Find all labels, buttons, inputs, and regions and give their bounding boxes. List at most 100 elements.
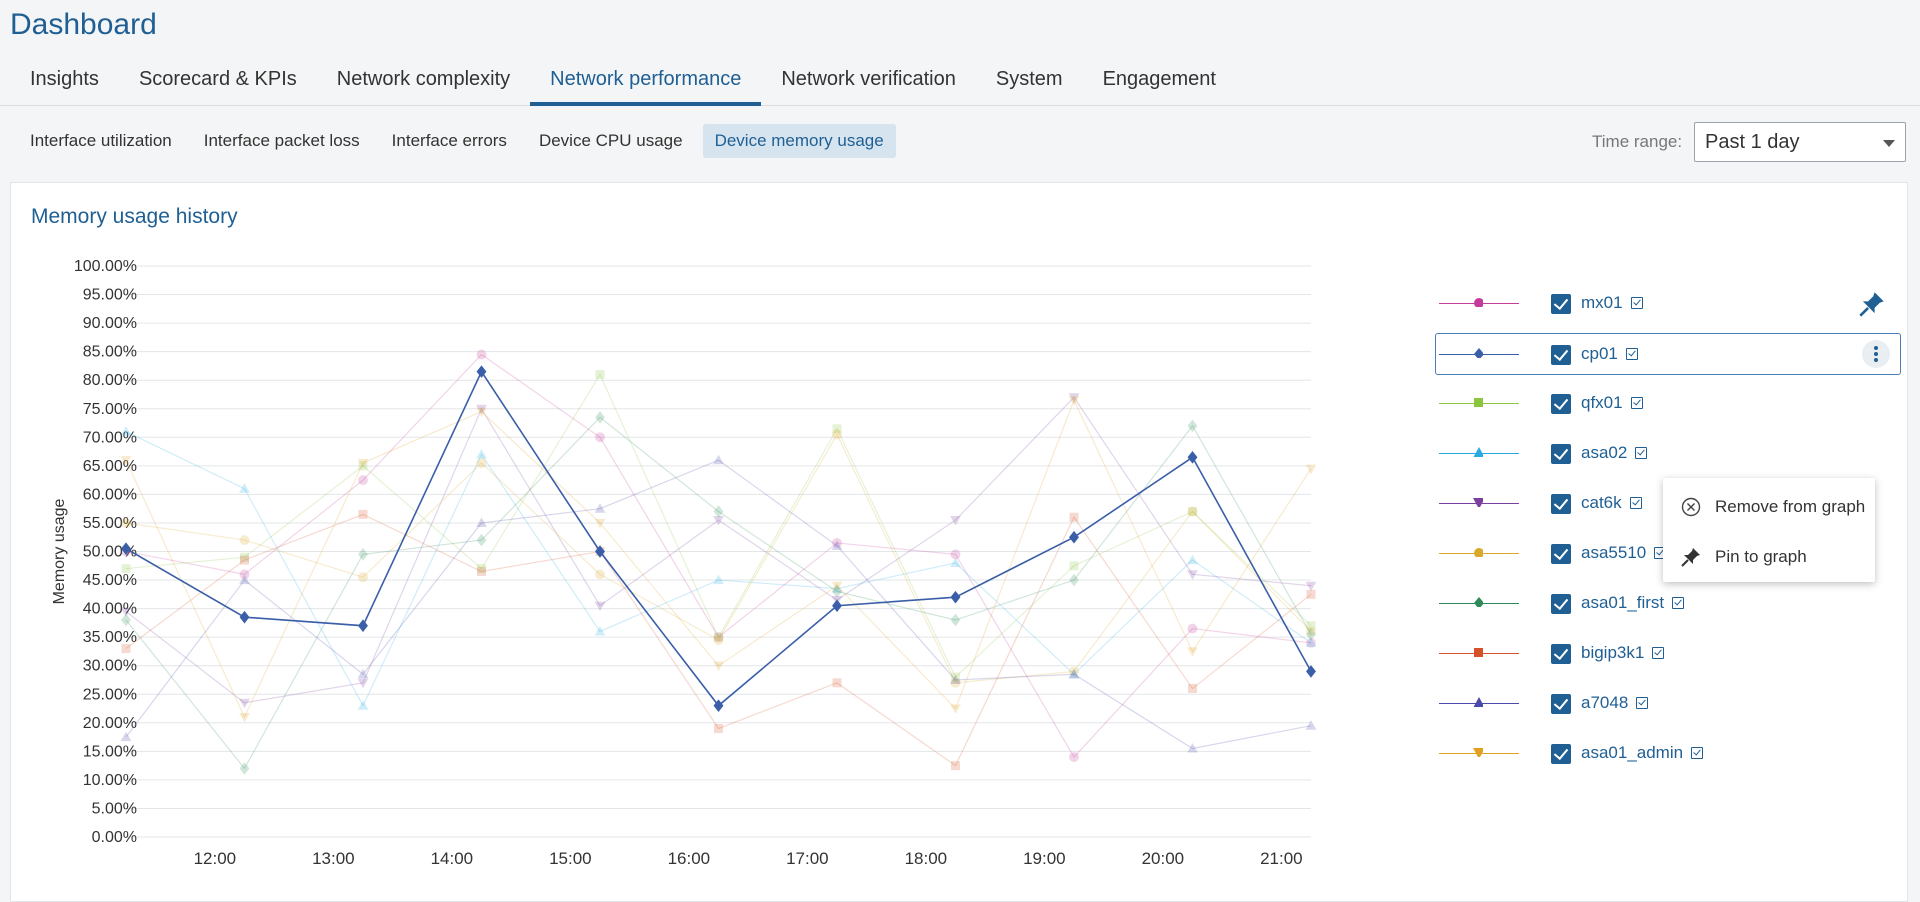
chart-card: Memory usage history 0.00% 5.00% 10.00% 15.… <box>10 182 1908 902</box>
legend-item-asa02[interactable]: asa02 <box>1423 433 1901 475</box>
legend-item-qfx01[interactable]: qfx01 <box>1423 383 1901 425</box>
legend-item-asa01_first[interactable]: asa01_first <box>1423 583 1901 625</box>
legend-series-name[interactable]: cat6k <box>1581 493 1642 513</box>
data-point-asa02 <box>239 483 250 493</box>
data-point-asa02 <box>476 449 487 459</box>
series-checkbox[interactable] <box>1551 644 1571 664</box>
legend-item-mx01[interactable]: mx01 <box>1423 283 1901 325</box>
sub-nav-bar: Interface utilization Interface packet lo… <box>0 107 1920 177</box>
pin-to-graph-label: Pin to graph <box>1715 547 1807 566</box>
subtab-device-memory-usage[interactable]: Device memory usage <box>702 124 896 158</box>
legend-series-name[interactable]: cp01 <box>1581 344 1638 364</box>
data-point-asa5510 <box>832 429 842 440</box>
legend-item-asa01_admin[interactable]: asa01_admin <box>1423 733 1901 775</box>
tab-network-performance[interactable]: Network performance <box>530 60 762 106</box>
legend-marker-square-icon <box>1474 398 1483 407</box>
y-tick-label: 80.00% <box>83 372 137 389</box>
subtab-device-cpu-usage[interactable]: Device CPU usage <box>527 124 695 158</box>
data-point-asa02 <box>713 574 724 585</box>
legend-series-name[interactable]: mx01 <box>1581 293 1643 313</box>
tab-network-verification[interactable]: Network verification <box>761 60 976 106</box>
legend-label: asa01_admin <box>1581 743 1684 762</box>
subtab-interface-utilization[interactable]: Interface utilization <box>18 124 184 158</box>
edit-icon[interactable] <box>1691 747 1704 759</box>
edit-icon[interactable] <box>1630 297 1643 309</box>
legend-series-name[interactable]: asa02 <box>1581 443 1648 463</box>
legend-label: cp01 <box>1581 344 1618 363</box>
series-checkbox[interactable] <box>1551 294 1571 314</box>
data-point-asa5510 <box>239 535 250 546</box>
pin-icon[interactable] <box>1859 291 1885 317</box>
subtab-interface-errors[interactable]: Interface errors <box>380 124 519 158</box>
data-point-cp01 <box>1069 530 1079 544</box>
subtab-interface-packet-loss[interactable]: Interface packet loss <box>192 124 372 158</box>
pin-to-graph-item[interactable]: Pin to graph <box>1663 532 1875 580</box>
legend-label: asa02 <box>1581 443 1628 462</box>
data-point-asa01_admin <box>713 661 724 672</box>
data-point-asa02 <box>594 626 606 636</box>
edit-icon[interactable] <box>1635 447 1648 459</box>
legend-item-a7048[interactable]: a7048 <box>1423 683 1901 725</box>
data-point-bigip3k1 <box>240 555 249 565</box>
data-point-cat6k <box>239 698 250 709</box>
page-title: Dashboard <box>10 8 157 41</box>
legend-marker-triangle-up-icon <box>1473 697 1483 707</box>
edit-icon[interactable] <box>1672 597 1685 609</box>
data-point-cat6k <box>950 516 961 526</box>
data-point-cp01 <box>239 610 250 624</box>
remove-from-graph-label: Remove from graph <box>1715 497 1866 516</box>
series-checkbox[interactable] <box>1551 444 1571 464</box>
tab-engagement[interactable]: Engagement <box>1083 60 1236 106</box>
data-point-asa01_first <box>358 548 368 561</box>
legend-label: a7048 <box>1581 693 1629 712</box>
data-point-asa5510 <box>358 572 368 583</box>
legend-series-name[interactable]: asa01_first <box>1581 593 1685 613</box>
kebab-dot <box>1874 352 1878 356</box>
close-circle-icon <box>1681 497 1701 517</box>
legend-item-cp01[interactable]: cp01 <box>1435 333 1901 375</box>
y-tick-label: 10.00% <box>83 772 137 789</box>
legend-series-name[interactable]: qfx01 <box>1581 393 1643 413</box>
data-point-bigip3k1 <box>832 678 842 688</box>
edit-icon[interactable] <box>1629 497 1642 509</box>
series-checkbox[interactable] <box>1551 694 1571 714</box>
chevron-down-icon <box>1883 140 1895 147</box>
legend-series-name[interactable]: bigip3k1 <box>1581 643 1665 663</box>
remove-from-graph-item[interactable]: Remove from graph <box>1663 482 1875 530</box>
data-point-bigip3k1 <box>1069 512 1079 522</box>
data-point-mx01 <box>595 432 605 443</box>
tab-scorecard-kpis[interactable]: Scorecard & KPIs <box>119 60 317 106</box>
x-tick-label: 15:00 <box>549 849 592 868</box>
series-checkbox[interactable] <box>1551 744 1571 764</box>
series-checkbox[interactable] <box>1551 345 1571 365</box>
legend-context-menu: Remove from graph Pin to graph <box>1663 478 1875 582</box>
edit-icon[interactable] <box>1625 348 1638 360</box>
tab-system[interactable]: System <box>976 60 1083 106</box>
more-options-icon[interactable] <box>1862 340 1890 368</box>
series-checkbox[interactable] <box>1551 394 1571 414</box>
series-checkbox[interactable] <box>1551 494 1571 514</box>
edit-icon[interactable] <box>1652 647 1665 659</box>
series-line-cat6k <box>125 396 1312 704</box>
data-point-qfx01 <box>121 564 131 574</box>
y-tick-label: 75.00% <box>83 401 137 418</box>
legend-label: cat6k <box>1581 493 1622 512</box>
legend-series-name[interactable]: a7048 <box>1581 693 1649 713</box>
tab-network-complexity[interactable]: Network complexity <box>317 60 530 106</box>
y-tick-label: 85.00% <box>83 344 137 361</box>
legend-series-name[interactable]: asa01_admin <box>1581 743 1704 763</box>
tab-insights[interactable]: Insights <box>10 60 119 106</box>
series-checkbox[interactable] <box>1551 594 1571 614</box>
data-point-mx01 <box>358 475 368 486</box>
x-tick-label: 20:00 <box>1142 849 1185 868</box>
y-tick-label: 95.00% <box>83 287 137 304</box>
x-tick-label: 14:00 <box>431 849 474 868</box>
data-point-qfx01 <box>595 369 605 379</box>
edit-icon[interactable] <box>1636 697 1649 709</box>
edit-icon[interactable] <box>1630 397 1643 409</box>
data-point-bigip3k1 <box>121 644 131 654</box>
legend-series-name[interactable]: asa5510 <box>1581 543 1667 563</box>
time-range-select[interactable]: Past 1 day <box>1694 122 1906 162</box>
series-checkbox[interactable] <box>1551 544 1571 564</box>
legend-item-bigip3k1[interactable]: bigip3k1 <box>1423 633 1901 675</box>
